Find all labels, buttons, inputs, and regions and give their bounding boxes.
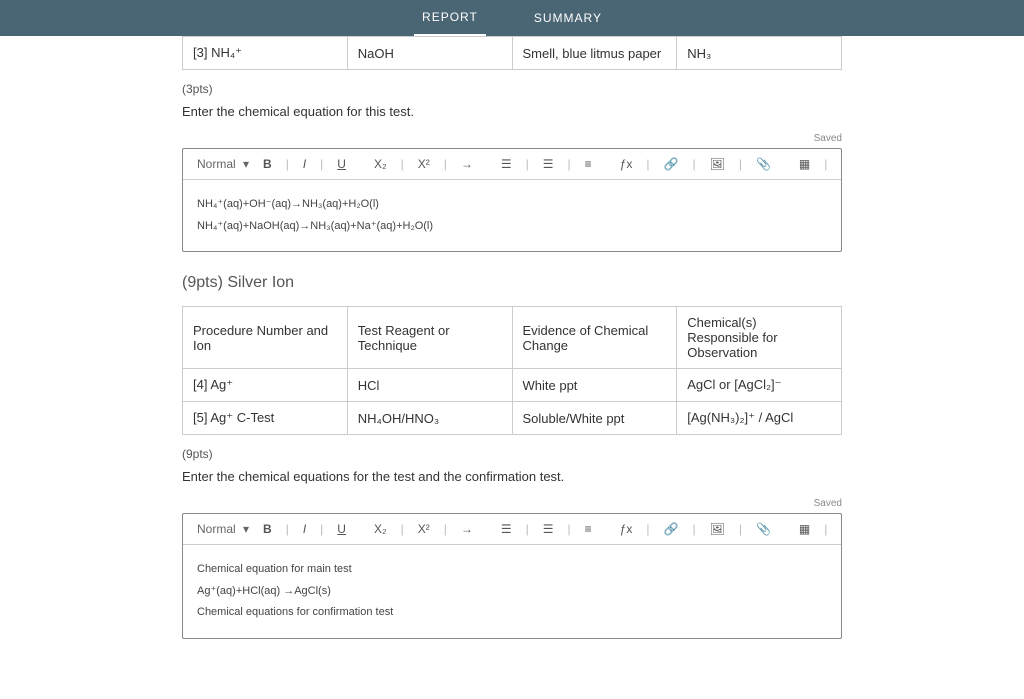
arrow-button[interactable]: → bbox=[459, 157, 475, 171]
indent-left-icon[interactable]: ⇤ bbox=[839, 522, 841, 536]
style-dropdown[interactable]: Normal ▾ bbox=[197, 522, 249, 536]
cell-proc: [3] NH₄⁺ bbox=[183, 37, 348, 70]
editor-line: NH₄⁺(aq)+OH⁻(aq)→NH₃(aq)+H₂O(l) bbox=[197, 196, 827, 214]
style-dropdown[interactable]: Normal ▾ bbox=[197, 157, 249, 171]
subscript-button[interactable]: X₂ bbox=[372, 157, 389, 171]
table-icon[interactable]: ▦ bbox=[797, 157, 812, 171]
link-icon[interactable]: 🔗 bbox=[662, 522, 681, 536]
bold-button[interactable]: B bbox=[261, 157, 274, 171]
cell: [4] Ag⁺ bbox=[183, 369, 348, 402]
cell: [5] Ag⁺ C-Test bbox=[183, 402, 348, 435]
cell: White ppt bbox=[512, 369, 677, 402]
subscript-button[interactable]: X₂ bbox=[372, 522, 389, 536]
col-header: Procedure Number and Ion bbox=[183, 307, 348, 369]
italic-button[interactable]: I bbox=[301, 522, 308, 536]
link-icon[interactable]: 🔗 bbox=[662, 157, 681, 171]
bold-button[interactable]: B bbox=[261, 522, 274, 536]
image-icon[interactable]: 🖼 bbox=[708, 522, 727, 536]
style-label: Normal bbox=[197, 522, 236, 536]
attach-icon[interactable]: 📎 bbox=[754, 522, 773, 536]
editor-content[interactable]: NH₄⁺(aq)+OH⁻(aq)→NH₃(aq)+H₂O(l) NH₄⁺(aq)… bbox=[183, 180, 841, 251]
superscript-button[interactable]: X² bbox=[416, 157, 432, 171]
section-points: (9pts) bbox=[182, 274, 223, 291]
top-nav: REPORT SUMMARY bbox=[0, 0, 1024, 36]
cell: Soluble/White ppt bbox=[512, 402, 677, 435]
table-icon[interactable]: ▦ bbox=[797, 522, 812, 536]
saved-indicator: Saved bbox=[182, 133, 842, 144]
superscript-button[interactable]: X² bbox=[416, 522, 432, 536]
table-row: [4] Ag⁺ HCl White ppt AgCl or [AgCl₂]⁻ bbox=[183, 369, 842, 402]
align-icon[interactable]: ≡ bbox=[583, 522, 594, 536]
saved-indicator: Saved bbox=[182, 498, 842, 509]
fx-button[interactable]: ƒx bbox=[618, 157, 635, 171]
editor-toolbar: Normal ▾ B | I | U X₂ | X² | → ☰ | ☰ | ≡… bbox=[183, 149, 841, 180]
tab-report[interactable]: REPORT bbox=[414, 0, 486, 36]
list-unordered-icon[interactable]: ☰ bbox=[541, 157, 556, 171]
col-header: Chemical(s) Responsible for Observation bbox=[677, 307, 842, 369]
editor-line: Ag⁺(aq)+HCl(aq) →AgCl(s) bbox=[197, 583, 827, 601]
list-ordered-icon[interactable]: ☰ bbox=[499, 157, 514, 171]
points-label: (3pts) bbox=[182, 82, 842, 96]
question-prompt: Enter the chemical equation for this tes… bbox=[182, 104, 842, 119]
rich-text-editor: Normal ▾ B | I | U X₂ | X² | → ☰ | ☰ | ≡… bbox=[182, 513, 842, 639]
align-icon[interactable]: ≡ bbox=[583, 157, 594, 171]
cell-responsible: NH₃ bbox=[677, 37, 842, 70]
list-ordered-icon[interactable]: ☰ bbox=[499, 522, 514, 536]
cell-evidence: Smell, blue litmus paper bbox=[512, 37, 677, 70]
editor-line: Chemical equations for confirmation test bbox=[197, 604, 827, 622]
editor-line: NH₄⁺(aq)+NaOH(aq)→NH₃(aq)+Na⁺(aq)+H₂O(l) bbox=[197, 218, 827, 236]
fx-button[interactable]: ƒx bbox=[618, 522, 635, 536]
table-row: [3] NH₄⁺ NaOH Smell, blue litmus paper N… bbox=[183, 37, 842, 70]
editor-toolbar: Normal ▾ B | I | U X₂ | X² | → ☰ | ☰ | ≡… bbox=[183, 514, 841, 545]
col-header: Test Reagent or Technique bbox=[347, 307, 512, 369]
cell-reagent: NaOH bbox=[347, 37, 512, 70]
silver-ion-table: Procedure Number and Ion Test Reagent or… bbox=[182, 306, 842, 435]
section-title: Silver Ion bbox=[227, 274, 294, 291]
rich-text-editor: Normal ▾ B | I | U X₂ | X² | → ☰ | ☰ | ≡… bbox=[182, 148, 842, 252]
col-header: Evidence of Chemical Change bbox=[512, 307, 677, 369]
italic-button[interactable]: I bbox=[301, 157, 308, 171]
main-content: [3] NH₄⁺ NaOH Smell, blue litmus paper N… bbox=[182, 36, 842, 699]
cell: HCl bbox=[347, 369, 512, 402]
cell: AgCl or [AgCl₂]⁻ bbox=[677, 369, 842, 402]
editor-content[interactable]: Chemical equation for main test Ag⁺(aq)+… bbox=[183, 545, 841, 638]
tab-summary[interactable]: SUMMARY bbox=[526, 1, 610, 35]
points-label: (9pts) bbox=[182, 447, 842, 461]
underline-button[interactable]: U bbox=[335, 157, 348, 171]
table-row: [5] Ag⁺ C-Test NH₄OH/HNO₃ Soluble/White … bbox=[183, 402, 842, 435]
list-unordered-icon[interactable]: ☰ bbox=[541, 522, 556, 536]
dropdown-icon: ▾ bbox=[240, 157, 249, 171]
indent-left-icon[interactable]: ⇤ bbox=[839, 157, 841, 171]
question-prompt: Enter the chemical equations for the tes… bbox=[182, 469, 842, 484]
editor-line: Chemical equation for main test bbox=[197, 561, 827, 579]
underline-button[interactable]: U bbox=[335, 522, 348, 536]
attach-icon[interactable]: 📎 bbox=[754, 157, 773, 171]
cell: [Ag(NH₃)₂]⁺ / AgCl bbox=[677, 402, 842, 435]
section-heading: (9pts) Silver Ion bbox=[182, 274, 842, 292]
arrow-button[interactable]: → bbox=[459, 522, 475, 536]
cell: NH₄OH/HNO₃ bbox=[347, 402, 512, 435]
table-header-row: Procedure Number and Ion Test Reagent or… bbox=[183, 307, 842, 369]
image-icon[interactable]: 🖼 bbox=[708, 157, 727, 171]
style-label: Normal bbox=[197, 157, 236, 171]
ammonium-table-partial: [3] NH₄⁺ NaOH Smell, blue litmus paper N… bbox=[182, 36, 842, 70]
dropdown-icon: ▾ bbox=[240, 522, 249, 536]
